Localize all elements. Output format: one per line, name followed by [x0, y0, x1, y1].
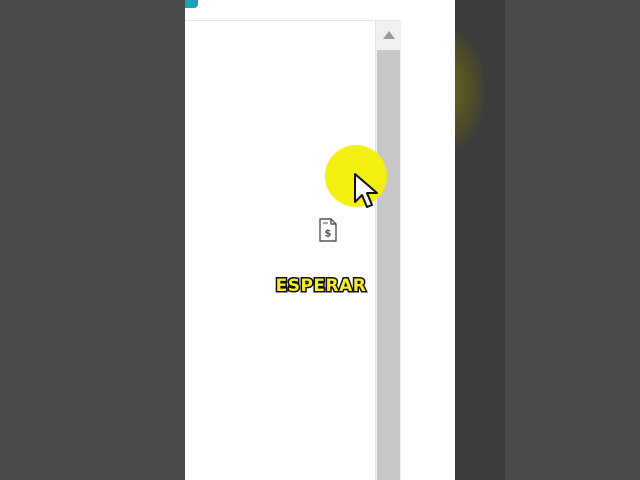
scroll-thumb[interactable]: [377, 50, 400, 480]
vertical-scrollbar[interactable]: [375, 21, 401, 480]
accent-tab[interactable]: [185, 0, 198, 8]
letterbox-left: [0, 0, 185, 480]
mouse-pointer-icon: [354, 173, 378, 208]
triangle-up-icon: [382, 31, 395, 39]
overlay-caption: ESPERAR: [274, 275, 367, 298]
invoice-dollar-icon[interactable]: $: [318, 218, 338, 242]
screen-recording: $ ESPERAR: [185, 0, 455, 480]
top-toolbar-strip: [185, 0, 400, 21]
svg-text:$: $: [325, 229, 332, 240]
video-stage: $ ESPERAR: [0, 0, 640, 480]
content-panel: [185, 21, 375, 480]
scroll-up-button[interactable]: [376, 21, 401, 49]
